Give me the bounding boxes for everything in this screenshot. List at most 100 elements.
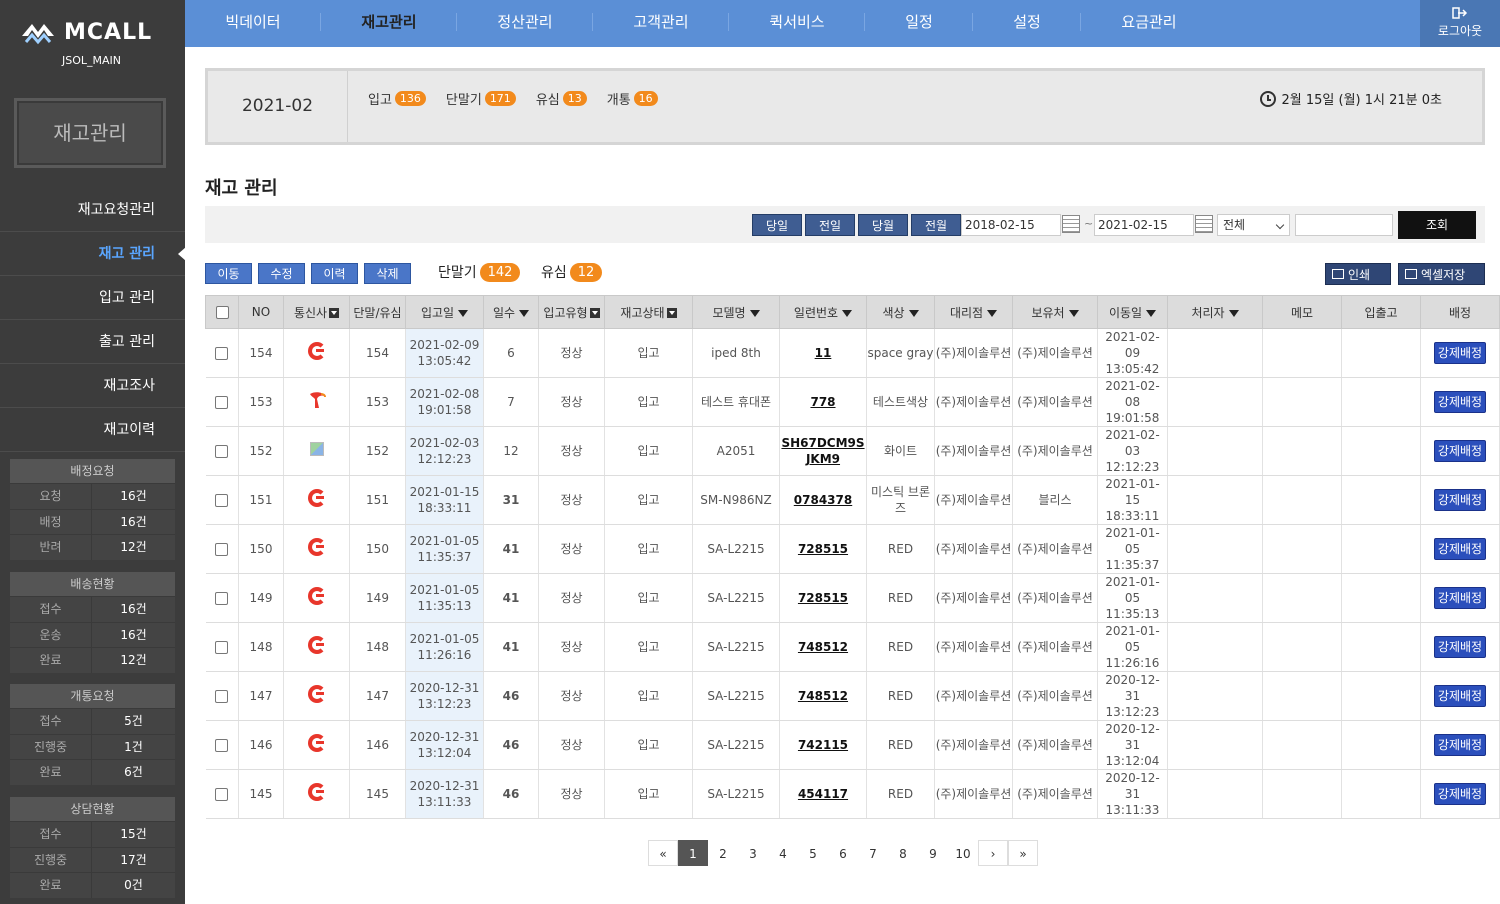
sort-arrow-icon[interactable] — [908, 309, 919, 317]
search-input[interactable] — [1295, 214, 1393, 236]
serial-link[interactable]: 778 — [810, 395, 835, 409]
sort-arrow-icon[interactable] — [1068, 309, 1079, 317]
top-nav-item[interactable]: 설정 — [973, 0, 1081, 47]
status-row[interactable]: 접수 15건 — [10, 821, 175, 847]
page-number-button[interactable]: 1 — [678, 840, 708, 866]
move-button[interactable]: 이동 — [205, 263, 252, 284]
quick-today-button[interactable]: 당일 — [752, 214, 802, 236]
sidebar-item[interactable]: 재고요청관리 — [0, 188, 185, 232]
print-button[interactable]: 인쇄 — [1325, 263, 1391, 285]
top-nav-item[interactable]: 요금관리 — [1081, 0, 1217, 47]
serial-link[interactable]: 748512 — [798, 689, 848, 703]
page-number-button[interactable]: 3 — [738, 840, 768, 866]
force-assign-button[interactable]: 강제배정 — [1433, 587, 1487, 609]
sidebar-item[interactable]: 입고 관리 — [0, 276, 185, 320]
force-assign-button[interactable]: 강제배정 — [1433, 489, 1487, 511]
row-checkbox[interactable] — [215, 592, 229, 605]
row-checkbox[interactable] — [215, 396, 229, 409]
column-header[interactable]: 메모 — [1262, 295, 1342, 329]
logout-button[interactable]: 로그아웃 — [1420, 0, 1500, 47]
column-header[interactable]: 이동일 — [1097, 295, 1168, 329]
column-header[interactable]: 통신사 — [283, 295, 350, 329]
quick-this-month-button[interactable]: 당월 — [858, 214, 908, 236]
row-checkbox[interactable] — [215, 543, 229, 556]
top-nav-item[interactable]: 일정 — [865, 0, 973, 47]
force-assign-button[interactable]: 강제배정 — [1433, 636, 1487, 658]
sidebar-item[interactable]: 재고 관리 — [0, 232, 186, 276]
table-row[interactable]: 153 153 2021-02-08 19:01:58 7 정상 입고 테스트 휴대폰 778 테… — [205, 377, 1500, 427]
table-row[interactable]: 146 146 2020-12-31 13:12:04 46 정상 입고 SA-L2215 74… — [205, 720, 1500, 770]
table-row[interactable]: 145 145 2020-12-31 13:11:33 46 정상 입고 SA-L2215 45… — [205, 769, 1500, 819]
table-row[interactable]: 148 148 2021-01-05 11:26:16 41 정상 입고 SA-L2215 74… — [205, 622, 1500, 672]
sidebar-item[interactable]: 재고조사 — [0, 364, 185, 408]
status-row[interactable]: 배정 16건 — [10, 508, 175, 534]
table-row[interactable]: 154 154 2021-02-09 13:05:42 6 정상 입고 iped 8th 11 s… — [205, 328, 1500, 378]
quick-yesterday-button[interactable]: 전일 — [805, 214, 855, 236]
force-assign-button[interactable]: 강제배정 — [1433, 440, 1487, 462]
column-header[interactable]: NO — [238, 295, 284, 329]
page-number-button[interactable]: 2 — [708, 840, 738, 866]
column-header[interactable]: 입고일 — [405, 295, 484, 329]
page-number-button[interactable]: 5 — [798, 840, 828, 866]
top-nav-item[interactable]: 정산관리 — [457, 0, 593, 47]
column-header[interactable]: 모델명 — [692, 295, 780, 329]
status-row[interactable]: 반려 12건 — [10, 534, 175, 560]
column-header[interactable]: 단말/유심 — [349, 295, 406, 329]
column-header[interactable]: 보유처 — [1012, 295, 1098, 329]
table-row[interactable]: 150 150 2021-01-05 11:35:37 41 정상 입고 SA-L2215 72… — [205, 524, 1500, 574]
sort-arrow-icon[interactable] — [749, 309, 760, 317]
column-header[interactable]: 대리점 — [934, 295, 1013, 329]
status-row[interactable]: 완료 0건 — [10, 872, 175, 898]
dropdown-icon[interactable] — [329, 308, 340, 318]
first-page-button[interactable]: « — [648, 840, 678, 866]
page-number-button[interactable]: 8 — [888, 840, 918, 866]
serial-link[interactable]: 454117 — [798, 787, 848, 801]
force-assign-button[interactable]: 강제배정 — [1433, 783, 1487, 805]
force-assign-button[interactable]: 강제배정 — [1433, 685, 1487, 707]
force-assign-button[interactable]: 강제배정 — [1433, 342, 1487, 364]
column-header[interactable]: 재고상태 — [604, 295, 693, 329]
dropdown-icon[interactable] — [666, 308, 677, 318]
force-assign-button[interactable]: 강제배정 — [1433, 538, 1487, 560]
status-row[interactable]: 진행중 17건 — [10, 846, 175, 872]
column-header[interactable]: 일련번호 — [779, 295, 867, 329]
dropdown-icon[interactable] — [589, 308, 600, 318]
category-select[interactable]: 전체 — [1217, 214, 1290, 236]
edit-button[interactable]: 수정 — [258, 263, 305, 284]
date-from-input[interactable]: 2018-02-15 — [961, 214, 1061, 236]
page-number-button[interactable]: 4 — [768, 840, 798, 866]
column-header[interactable]: 색상 — [866, 295, 935, 329]
table-row[interactable]: 149 149 2021-01-05 11:35:13 41 정상 입고 SA-L2215 72… — [205, 573, 1500, 623]
top-nav-item[interactable]: 고객관리 — [593, 0, 729, 47]
serial-link[interactable]: 742115 — [798, 738, 848, 752]
logo[interactable]: MCALL JSOL_MAIN — [20, 16, 160, 72]
sort-arrow-icon[interactable] — [842, 309, 853, 317]
row-checkbox[interactable] — [215, 739, 229, 752]
column-header[interactable]: 입출고 — [1341, 295, 1421, 329]
top-nav-item[interactable]: 퀵서비스 — [729, 0, 865, 47]
row-checkbox[interactable] — [215, 494, 229, 507]
status-row[interactable]: 접수 16건 — [10, 596, 175, 622]
page-number-button[interactable]: 6 — [828, 840, 858, 866]
status-row[interactable]: 완료 6건 — [10, 759, 175, 785]
calendar-icon[interactable] — [1195, 215, 1213, 233]
sort-arrow-icon[interactable] — [519, 309, 530, 317]
page-number-button[interactable]: 9 — [918, 840, 948, 866]
sort-arrow-icon[interactable] — [1228, 309, 1239, 317]
page-number-button[interactable]: 7 — [858, 840, 888, 866]
last-page-button[interactable]: » — [1008, 840, 1038, 866]
row-checkbox[interactable] — [215, 690, 229, 703]
sort-arrow-icon[interactable] — [1146, 309, 1157, 317]
excel-save-button[interactable]: 엑셀저장 — [1398, 263, 1485, 285]
sort-arrow-icon[interactable] — [987, 309, 998, 317]
sidebar-item[interactable]: 출고 관리 — [0, 320, 185, 364]
next-page-button[interactable]: › — [978, 840, 1008, 866]
serial-link[interactable]: 11 — [815, 346, 832, 360]
sidebar-item[interactable]: 재고이력 — [0, 408, 185, 452]
table-row[interactable]: 151 151 2021-01-15 18:33:11 31 정상 입고 SM-N986NZ 0… — [205, 475, 1500, 525]
serial-link[interactable]: SH67DCM9SJKM9 — [781, 436, 864, 466]
delete-button[interactable]: 삭제 — [364, 263, 411, 284]
serial-link[interactable]: 728515 — [798, 591, 848, 605]
page-number-button[interactable]: 10 — [948, 840, 978, 866]
select-all-checkbox[interactable] — [215, 306, 229, 319]
